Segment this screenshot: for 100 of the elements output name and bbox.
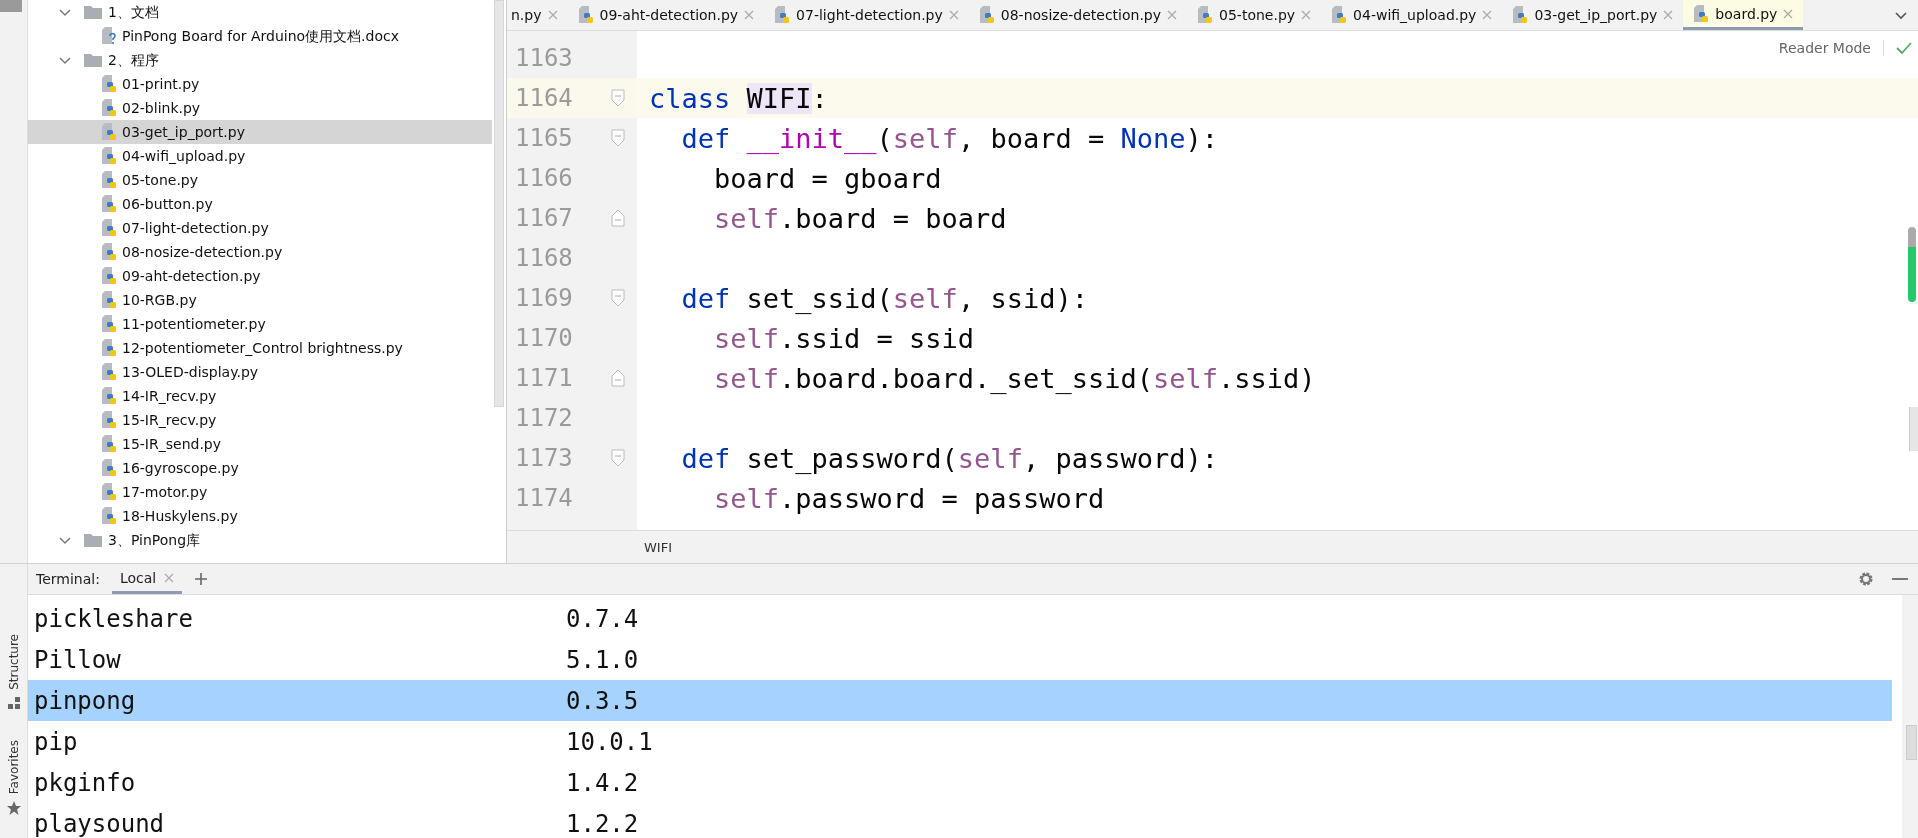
- folder-icon: [83, 52, 103, 68]
- editor-tab[interactable]: 07-light-detection.py: [764, 0, 969, 30]
- tree-item[interactable]: 09-aht-detection.py: [28, 264, 492, 288]
- tree-item[interactable]: 08-nosize-detection.py: [28, 240, 492, 264]
- tool-window-button[interactable]: Favorites: [5, 739, 22, 817]
- code-line: board = gboard: [713, 162, 942, 194]
- close-icon[interactable]: [1301, 10, 1312, 20]
- add-icon[interactable]: [194, 572, 209, 586]
- reader-mode-link[interactable]: Reader Mode: [1778, 40, 1884, 56]
- tree-item[interactable]: 15-IR_recv.py: [28, 408, 492, 432]
- tree-item[interactable]: 1、文档: [28, 0, 492, 24]
- scrollbar[interactable]: [1909, 407, 1918, 451]
- minimize-icon[interactable]: [1892, 577, 1908, 581]
- breadcrumb[interactable]: WIFI: [644, 539, 672, 555]
- fold-icon[interactable]: [611, 289, 625, 307]
- scrollbar[interactable]: [494, 0, 504, 407]
- tree-item[interactable]: 18-Huskylens.py: [28, 504, 492, 528]
- tree-item[interactable]: 11-potentiometer.py: [28, 312, 492, 336]
- line-number: 1163: [514, 44, 574, 72]
- star-icon: [5, 800, 22, 817]
- settings-icon[interactable]: [1858, 571, 1874, 587]
- python-file-icon: [101, 243, 117, 261]
- tree-item[interactable]: 10-RGB.py: [28, 288, 492, 312]
- package-version: 10.0.1: [566, 727, 653, 756]
- line-number: 1165: [514, 124, 574, 152]
- close-icon[interactable]: [164, 572, 175, 583]
- close-icon[interactable]: [1482, 10, 1493, 20]
- python-file-icon: [577, 6, 594, 24]
- package-version: 1.2.2: [566, 809, 639, 838]
- tree-item[interactable]: 05-tone.py: [28, 168, 492, 192]
- tree-item[interactable]: 06-button.py: [28, 192, 492, 216]
- line-number: 1172: [514, 404, 574, 432]
- editor-tab[interactable]: 03-get_ip_port.py: [1502, 0, 1684, 30]
- tree-item[interactable]: 02-blink.py: [28, 96, 492, 120]
- python-file-icon: [101, 219, 117, 237]
- folder-icon: [83, 532, 103, 548]
- tree-item[interactable]: PinPong Board for Arduino使用文档.docx: [28, 24, 492, 48]
- code-line: self.password = password: [713, 482, 1105, 514]
- tree-item[interactable]: 17-motor.py: [28, 480, 492, 504]
- python-file-icon: [101, 171, 117, 189]
- package-name: pkginfo: [33, 768, 137, 797]
- tree-item[interactable]: 14-IR_recv.py: [28, 384, 492, 408]
- python-file-icon: [101, 387, 117, 405]
- tree-item[interactable]: 16-gyroscope.py: [28, 456, 492, 480]
- line-number: 1166: [514, 164, 574, 192]
- unknown-file-icon: [101, 27, 117, 45]
- python-file-icon: [1331, 6, 1348, 24]
- code-line: self.ssid = ssid: [713, 322, 975, 354]
- tree-item[interactable]: 15-IR_send.py: [28, 432, 492, 456]
- editor-tab[interactable]: 09-aht-detection.py: [567, 0, 765, 30]
- line-number: 1169: [514, 284, 574, 312]
- python-file-icon: [1197, 6, 1214, 24]
- close-icon[interactable]: [744, 10, 755, 20]
- python-file-icon: [1693, 4, 1710, 23]
- python-file-icon: [101, 147, 117, 165]
- tool-window-button[interactable]: Structure: [6, 634, 21, 710]
- package-name: pickleshare: [33, 604, 194, 633]
- line-number: 1173: [514, 444, 574, 472]
- editor-tab[interactable]: board.py: [1683, 0, 1804, 30]
- tree-item[interactable]: 2、程序: [28, 48, 492, 72]
- close-icon[interactable]: [1167, 10, 1178, 20]
- python-file-icon: [101, 483, 117, 501]
- code-line: def set_password(self, password):: [680, 442, 1218, 474]
- editor-tab[interactable]: n.py: [507, 0, 568, 30]
- tree-item[interactable]: 13-OLED-display.py: [28, 360, 492, 384]
- tree-item[interactable]: 3、PinPong库: [28, 528, 492, 552]
- python-file-icon: [978, 6, 995, 24]
- editor-tab[interactable]: 08-nosize-detection.py: [968, 0, 1188, 30]
- tree-item[interactable]: 01-print.py: [28, 72, 492, 96]
- code-line: def set_ssid(self, ssid):: [680, 282, 1088, 314]
- python-file-icon: [101, 267, 117, 285]
- tree-item[interactable]: 12-potentiometer_Control brightness.py: [28, 336, 492, 360]
- line-number: 1171: [514, 364, 574, 392]
- package-version: 1.4.2: [566, 768, 639, 797]
- editor-tab[interactable]: 04-wifi_upload.py: [1321, 0, 1503, 30]
- fold-icon[interactable]: [611, 449, 625, 467]
- close-icon[interactable]: [948, 10, 959, 20]
- tree-item[interactable]: 03-get_ip_port.py: [28, 120, 492, 144]
- code-line: self.board.board._set_ssid(self.ssid): [713, 362, 1316, 394]
- fold-icon[interactable]: [611, 129, 625, 147]
- close-icon[interactable]: [1783, 8, 1794, 19]
- python-file-icon: [101, 75, 117, 93]
- package-name: playsound: [33, 809, 166, 838]
- line-number: 1167: [514, 204, 574, 232]
- close-icon[interactable]: [547, 10, 558, 20]
- python-file-icon: [101, 99, 117, 117]
- code-line: def __init__(self, board = None):: [680, 122, 1218, 154]
- fold-icon[interactable]: [611, 209, 625, 227]
- fold-icon[interactable]: [611, 89, 625, 107]
- editor-tab[interactable]: 05-tone.py: [1187, 0, 1322, 30]
- python-file-icon: [774, 6, 791, 24]
- scroll-marker[interactable]: [1908, 227, 1916, 302]
- tree-item[interactable]: 07-light-detection.py: [28, 216, 492, 240]
- fold-icon[interactable]: [611, 369, 625, 387]
- close-icon[interactable]: [1663, 10, 1674, 20]
- tree-item[interactable]: 04-wifi_upload.py: [28, 144, 492, 168]
- scrollbar[interactable]: [1906, 725, 1917, 760]
- terminal-label: Terminal:: [36, 571, 100, 587]
- terminal-tab[interactable]: Local: [111, 564, 183, 594]
- line-number: 1168: [514, 244, 574, 272]
